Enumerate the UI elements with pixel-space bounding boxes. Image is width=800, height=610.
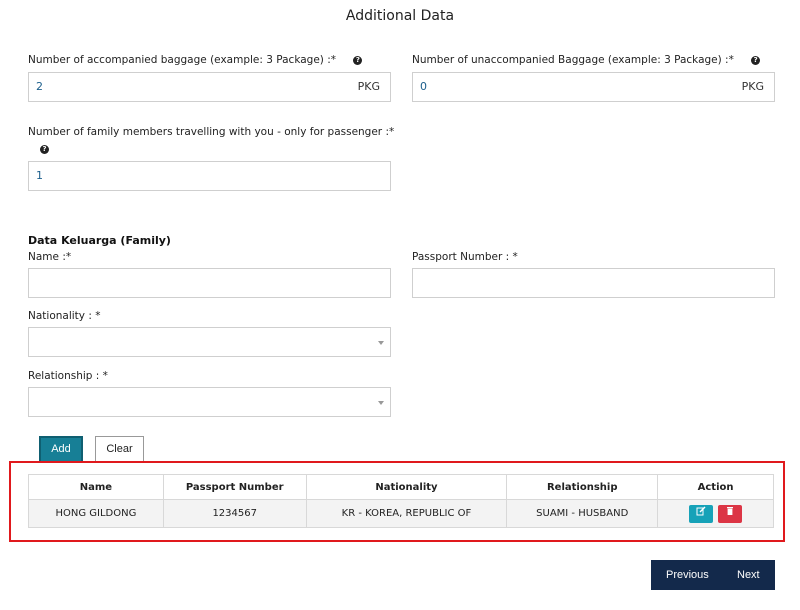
nationality-select[interactable]	[28, 327, 391, 357]
cell-action	[657, 499, 774, 528]
chevron-down-icon	[378, 401, 384, 405]
unaccompanied-baggage-unit: PKG	[741, 80, 764, 93]
relationship-label: Relationship : *	[28, 370, 108, 382]
column-header-passport: Passport Number	[162, 474, 307, 500]
name-label: Name :*	[28, 251, 72, 263]
accompanied-baggage-label: Number of accompanied baggage (example: …	[28, 54, 336, 66]
column-header-name: Name	[28, 474, 164, 500]
nationality-label: Nationality : *	[28, 310, 101, 322]
next-button[interactable]: Next	[737, 569, 760, 581]
name-input[interactable]	[28, 268, 391, 298]
relationship-select[interactable]	[28, 387, 391, 417]
previous-button[interactable]: Previous	[666, 569, 709, 581]
column-header-nationality: Nationality	[305, 474, 508, 500]
page-title: Additional Data	[345, 8, 455, 24]
unaccompanied-baggage-label-row: Number of unaccompanied Baggage (example…	[412, 54, 761, 66]
cell-passport: 1234567	[162, 499, 307, 528]
family-section-title: Data Keluarga (Family)	[28, 234, 171, 247]
accompanied-baggage-unit: PKG	[357, 80, 380, 93]
table-row: HONG GILDONG 1234567 KR - KOREA, REPUBLI…	[28, 499, 774, 528]
family-count-label: Number of family members travelling with…	[28, 126, 395, 138]
unaccompanied-baggage-input[interactable]: 0 PKG	[412, 72, 775, 102]
cell-relationship: SUAMI - HUSBAND	[506, 499, 659, 528]
edit-icon-glyph	[696, 506, 706, 515]
passport-label: Passport Number : *	[412, 251, 518, 263]
cell-nationality: KR - KOREA, REPUBLIC OF	[305, 499, 508, 528]
passport-input[interactable]	[412, 268, 775, 298]
add-button[interactable]: Add	[39, 436, 83, 463]
column-header-action: Action	[657, 474, 774, 500]
unaccompanied-baggage-label: Number of unaccompanied Baggage (example…	[412, 54, 734, 66]
unaccompanied-baggage-value: 0	[420, 80, 427, 93]
cell-name: HONG GILDONG	[28, 499, 164, 528]
help-circle-icon[interactable]: ?	[353, 55, 363, 65]
column-header-relationship: Relationship	[506, 474, 659, 500]
family-count-input[interactable]: 1	[28, 161, 391, 191]
family-count-help: ?	[40, 143, 49, 155]
edit-icon[interactable]	[688, 504, 713, 523]
family-count-value: 1	[36, 169, 43, 182]
nav-buttons: Previous Next	[651, 560, 775, 590]
accompanied-baggage-label-row: Number of accompanied baggage (example: …	[28, 54, 363, 66]
family-table: Name Passport Number Nationality Relatio…	[28, 474, 774, 528]
trash-icon-glyph	[727, 506, 734, 515]
help-circle-icon[interactable]: ?	[751, 55, 761, 65]
accompanied-baggage-input[interactable]: 2 PKG	[28, 72, 391, 102]
accompanied-baggage-value: 2	[36, 80, 43, 93]
table-header-row: Name Passport Number Nationality Relatio…	[28, 474, 774, 500]
chevron-down-icon	[378, 341, 384, 345]
trash-icon[interactable]	[718, 504, 743, 523]
help-circle-icon[interactable]: ?	[40, 144, 49, 154]
clear-button[interactable]: Clear	[95, 436, 144, 462]
